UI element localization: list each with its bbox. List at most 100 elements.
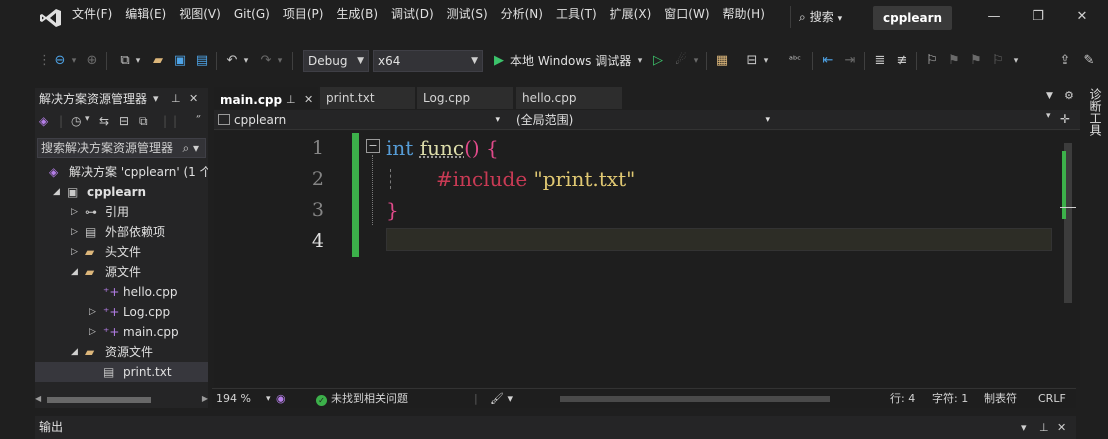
tab-hello-cpp[interactable]: hello.cpp (516, 87, 622, 109)
chevron-down-icon[interactable]: ▾ (1046, 111, 1051, 121)
chevron-down-icon[interactable]: ▾ (85, 114, 90, 124)
bookmark-icon[interactable]: ⚐ (924, 51, 940, 71)
live-share-icon[interactable]: ⇪ (1056, 51, 1074, 71)
indent-icon[interactable]: ⇥ (842, 51, 858, 71)
chevron-down-icon[interactable]: ▾ (692, 51, 700, 71)
tree-item[interactable]: ◢ ▣ cpplearn (35, 182, 208, 202)
sync-icon[interactable]: ⇆ (99, 114, 109, 128)
menu-build[interactable]: 生成(B) (336, 4, 386, 24)
tree-item[interactable]: ▷ ⊶ 引用 (35, 202, 208, 222)
split-window-icon[interactable]: ✛ (1060, 112, 1070, 126)
search-box[interactable]: ⌕ 搜索 ▾ (790, 6, 850, 28)
code-cleanup-icon[interactable]: 🖌 ▾ (490, 389, 513, 409)
tree-item[interactable]: ◢ ▰ 资源文件 (35, 342, 208, 362)
tree-item[interactable]: ⁺+ hello.cpp (35, 282, 208, 302)
pin-icon[interactable]: ⊥ (1039, 416, 1049, 439)
start-without-debugging-icon[interactable]: ▷ (650, 51, 666, 71)
expanded-arrow-icon[interactable]: ◢ (53, 182, 63, 202)
copy-icon[interactable]: ⧉ (139, 114, 148, 129)
menu-tools[interactable]: 工具(T) (556, 4, 605, 24)
minimize-icon[interactable]: — (982, 6, 1006, 28)
menu-extensions[interactable]: 扩展(X) (610, 4, 660, 24)
line-indicator[interactable]: 行: 4 (890, 389, 915, 409)
chevron-down-icon[interactable]: ▾ (762, 51, 770, 71)
window-layout-icon[interactable]: ⊟ (744, 51, 760, 71)
menu-git[interactable]: Git(G) (234, 4, 278, 24)
collapsed-arrow-icon[interactable]: ▷ (71, 202, 81, 222)
tree-item[interactable]: ▷ ▰ 头文件 (35, 242, 208, 262)
outdent-icon[interactable]: ⇤ (820, 51, 836, 71)
copilot-icon[interactable]: ◉ (276, 389, 286, 409)
tab-main-cpp[interactable]: main.cpp ⊥ ✕ (214, 87, 318, 109)
chevron-down-icon[interactable]: ▾ (153, 88, 159, 110)
zoom-dropdown[interactable]: 194 % ▾ (216, 389, 276, 409)
close-icon[interactable]: ✕ (304, 89, 313, 111)
line-ending-indicator[interactable]: CRLF (1038, 389, 1066, 409)
next-bookmark-icon[interactable]: ⚑ (968, 51, 984, 71)
navigate-forward-icon[interactable]: ⊕ (84, 51, 100, 71)
history-icon[interactable]: ◷ (71, 114, 81, 128)
scrollbar-thumb[interactable] (560, 396, 830, 402)
column-indicator[interactable]: 字符: 1 (932, 389, 968, 409)
tree-item[interactable]: ▷ ⁺+ main.cpp (35, 322, 208, 342)
start-debugging-icon[interactable]: ▶ (491, 51, 507, 71)
spell-check-icon[interactable]: ᵃᵇᶜ (786, 51, 804, 71)
open-folder-icon[interactable]: ▰ (150, 51, 166, 71)
close-icon[interactable]: ✕ (189, 88, 198, 110)
toolbar-overflow-icon[interactable]: ▾ (1012, 51, 1020, 71)
chevron-down-icon[interactable]: ▾ (134, 51, 142, 71)
menu-file[interactable]: 文件(F) (72, 4, 120, 24)
tree-item[interactable]: ▤ print.txt (35, 362, 208, 382)
scrollbar-thumb[interactable] (47, 397, 151, 403)
project-dropdown[interactable]: cpplearn ▾ (214, 111, 504, 129)
menu-view[interactable]: 视图(V) (179, 4, 229, 24)
pin-icon[interactable]: ⊥ (171, 88, 181, 110)
horizontal-scrollbar[interactable] (552, 395, 852, 403)
chevron-down-icon[interactable]: ▾ (276, 51, 284, 71)
menu-edit[interactable]: 编辑(E) (125, 4, 174, 24)
collapse-all-icon[interactable]: ⊟ (119, 114, 129, 128)
chevron-down-icon[interactable]: ▾ (70, 51, 78, 71)
chevron-down-icon[interactable]: ▾ (636, 51, 644, 71)
gear-icon[interactable]: ⚙ (1064, 89, 1074, 102)
tab-print-txt[interactable]: print.txt (320, 87, 415, 109)
menu-project[interactable]: 项目(P) (283, 4, 332, 24)
tree-item[interactable]: ◈ 解决方案 'cpplearn' (1 个 (35, 162, 208, 182)
scope-dropdown[interactable]: (全局范围) ▾ (512, 111, 774, 129)
menu-analyze[interactable]: 分析(N) (501, 4, 551, 24)
tree-item[interactable]: ▷ ▤ 外部依赖项 (35, 222, 208, 242)
diagnostic-tools-tab[interactable]: 诊断工具 (1084, 88, 1106, 148)
more-icon[interactable]: ˝ (195, 114, 201, 128)
issues-indicator[interactable]: ✓ 未找到相关问题 (316, 389, 408, 409)
save-icon[interactable]: ▣ (172, 51, 188, 71)
horizontal-scrollbar[interactable]: ◀ ▶ (35, 394, 208, 406)
hot-reload-icon[interactable]: ☄ (672, 51, 690, 71)
switch-views-icon[interactable]: ◈ (39, 114, 48, 128)
clear-bookmarks-icon[interactable]: ⚐ (990, 51, 1006, 71)
start-debugger-button[interactable]: 本地 Windows 调试器 (510, 51, 631, 71)
comment-lines-icon[interactable]: ≣ (872, 51, 888, 71)
collapsed-arrow-icon[interactable]: ▷ (71, 242, 81, 262)
previous-bookmark-icon[interactable]: ⚑ (946, 51, 962, 71)
menu-help[interactable]: 帮助(H) (723, 4, 783, 24)
scroll-right-icon[interactable]: ▶ (202, 394, 208, 403)
collapsed-arrow-icon[interactable]: ▷ (71, 222, 81, 242)
output-title[interactable]: 输出 (39, 416, 63, 439)
chevron-down-icon[interactable]: ▾ (242, 51, 250, 71)
restore-icon[interactable]: ❐ (1026, 6, 1050, 28)
feedback-icon[interactable]: ✎ (1080, 51, 1098, 71)
tab-log-cpp[interactable]: Log.cpp (417, 87, 513, 109)
solution-platform-dropdown[interactable]: x64 ▼ (373, 50, 483, 72)
indentation-indicator[interactable]: 制表符 (984, 389, 1017, 409)
vertical-scrollbar[interactable] (1060, 131, 1076, 387)
chevron-down-icon[interactable]: ▾ (1021, 416, 1027, 439)
navigate-back-icon[interactable]: ⊖ (52, 51, 68, 71)
close-icon[interactable]: ✕ (1057, 416, 1066, 439)
close-icon[interactable]: ✕ (1070, 6, 1094, 28)
menu-window[interactable]: 窗口(W) (664, 4, 717, 24)
menu-debug[interactable]: 调试(D) (391, 4, 442, 24)
collapsed-arrow-icon[interactable]: ▷ (89, 302, 99, 322)
tree-item[interactable]: ▷ ⁺+ Log.cpp (35, 302, 208, 322)
menu-test[interactable]: 测试(S) (447, 4, 496, 24)
solution-configuration-dropdown[interactable]: Debug ▼ (303, 50, 369, 72)
